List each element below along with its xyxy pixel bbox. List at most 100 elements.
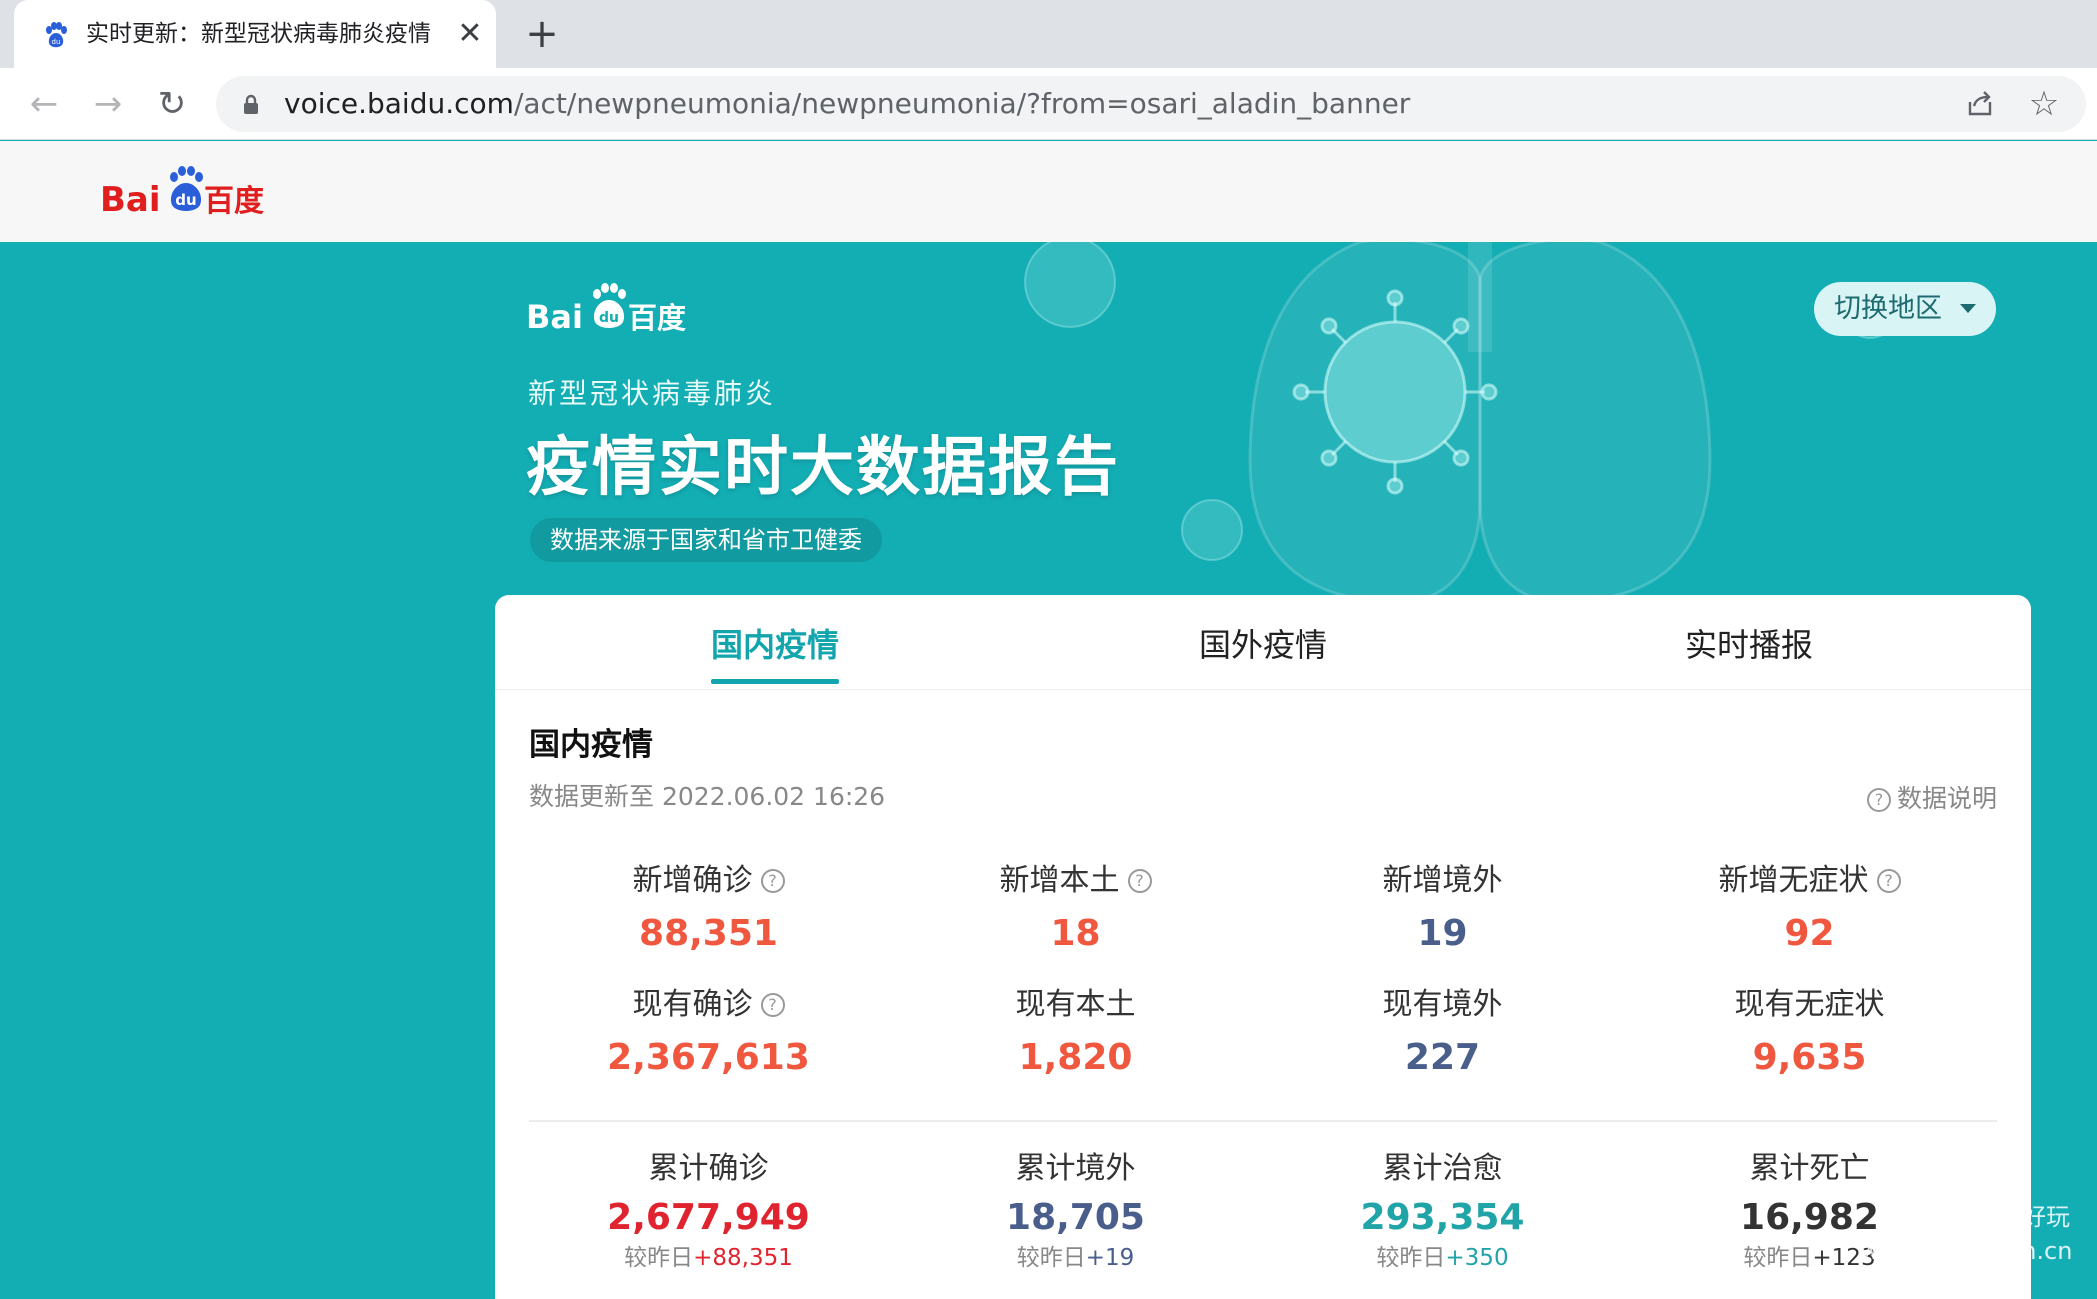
stat-label: 新增确诊? [525,861,892,901]
stat-label-text: 新增确诊 [632,863,753,898]
site-header: Bai du 百度 [0,141,2097,242]
browser-toolbar: ← → ↻ voice.baidu.com/act/newpneumonia/n… [0,68,2097,140]
delta-prefix: 较昨日 [1016,1245,1086,1271]
stat-delta: 较昨日+19 [892,1243,1259,1273]
stat-delta: 较昨日+350 [1259,1243,1626,1273]
svg-text:du: du [599,310,619,326]
url-text[interactable]: voice.baidu.com/act/newpneumonia/newpneu… [284,87,1410,121]
stat-new-asymptomatic: 新增无症状? 92 [1626,861,1993,957]
close-icon[interactable]: ✕ [450,14,490,54]
stat-value: 9,635 [1752,1037,1867,1078]
reload-icon[interactable]: ↻ [150,82,194,126]
stat-label: 现有无症状 [1734,987,1885,1022]
stat-label: 现有确诊? [525,985,892,1025]
lock-icon [244,94,258,114]
stat-label: 新增无症状? [1626,861,1993,901]
svg-text:Bai: Bai [526,298,583,336]
stat-label-text: 现有确诊 [632,987,753,1022]
stat-value: 88,351 [639,913,778,954]
stat-label: 新增本土? [892,861,1259,901]
browser-tab[interactable]: du 实时更新：新型冠状病毒肺炎疫情 ✕ [14,0,496,68]
stat-label-text: 新增本土 [999,863,1120,898]
data-note-link[interactable]: ? 数据说明 [1866,783,1997,815]
delta-value: +88,351 [693,1245,793,1271]
question-icon: ? [1866,788,1891,812]
stat-label-text: 新增无症状 [1718,863,1869,898]
hero-subtitle: 新型冠状病毒肺炎 [528,377,777,410]
stat-total-imported: 累计境外 18,705 较昨日+19 [892,1149,1259,1273]
question-icon[interactable]: ? [760,993,785,1017]
stat-label: 累计治愈 [1382,1151,1503,1186]
tab-domestic[interactable]: 国内疫情 [625,625,925,665]
stat-total-confirmed: 累计确诊 2,677,949 较昨日+88,351 [525,1149,892,1273]
stat-value: 227 [1404,1037,1481,1078]
tab-overseas[interactable]: 国外疫情 [1113,625,1413,665]
active-tab-indicator [711,679,839,684]
stat-value: 2,367,613 [607,1037,810,1078]
data-source-badge: 数据来源于国家和省市卫健委 [530,518,882,562]
stat-delta: 较昨日+88,351 [525,1243,892,1273]
data-note-label: 数据说明 [1896,784,1997,813]
stat-label: 累计境外 [1015,1151,1136,1186]
hero-title: 疫情实时大数据报告 [526,431,1120,505]
browser-tabstrip: du 实时更新：新型冠状病毒肺炎疫情 ✕ + [0,0,2097,68]
stat-value: 2,677,949 [607,1197,810,1238]
update-time: 数据更新至 2022.06.02 16:26 [529,782,886,811]
baidu-logo-white: Bai du 百度 [526,283,686,336]
region-switch-button[interactable]: 切换地区 [1814,282,1996,336]
tab-live-feed[interactable]: 实时播报 [1599,625,1899,665]
question-icon[interactable]: ? [1127,869,1152,893]
divider [529,1120,1997,1122]
bookmark-star-icon[interactable]: ☆ [2024,84,2064,124]
forward-arrow-icon[interactable]: → [86,82,130,126]
watermark: 数据好玩 www.dataisfun.cn [1860,1200,2073,1268]
url-path: /act/newpneumonia/newpneumonia/?from=osa… [513,87,1411,120]
delta-prefix: 较昨日 [1743,1245,1813,1271]
delta-value: +19 [1085,1245,1135,1271]
stat-label: 现有本土 [1015,987,1136,1022]
url-host: voice.baidu.com [284,87,514,120]
stat-value: 19 [1417,913,1468,954]
share-icon[interactable] [1962,86,1998,122]
baidu-logo[interactable]: Bai du 百度 [98,163,268,223]
stat-value: 92 [1784,913,1835,954]
svg-text:du: du [52,38,61,46]
stat-label: 累计死亡 [1749,1151,1870,1186]
stat-new-confirmed: 新增确诊? 88,351 [525,861,892,957]
caret-down-icon [1960,304,1976,313]
stat-current-asymptomatic: 现有无症状 9,635 [1626,985,1993,1081]
address-bar[interactable]: voice.baidu.com/act/newpneumonia/newpneu… [216,76,2086,132]
stat-current-imported: 现有境外 227 [1259,985,1626,1081]
section-title: 国内疫情 [529,727,653,763]
back-arrow-icon[interactable]: ← [22,82,66,126]
delta-value: +350 [1445,1245,1509,1271]
svg-text:百度: 百度 [628,301,686,335]
stat-label: 新增境外 [1382,863,1503,898]
stat-label: 现有境外 [1382,987,1503,1022]
delta-prefix: 较昨日 [1376,1245,1446,1271]
svg-text:Bai: Bai [100,180,161,220]
stats-card: 国内疫情 国外疫情 实时播报 国内疫情 数据更新至 2022.06.02 16:… [495,595,2031,1299]
stat-value: 293,354 [1360,1197,1525,1238]
stat-new-local: 新增本土? 18 [892,861,1259,957]
stat-value: 18,705 [1006,1197,1145,1238]
svg-text:百度: 百度 [204,184,264,219]
watermark-line2: www.dataisfun.cn [1860,1237,2073,1265]
stat-current-confirmed: 现有确诊? 2,367,613 [525,985,892,1081]
stat-label: 累计确诊 [648,1151,769,1186]
svg-text:du: du [175,191,196,209]
baidu-paw-icon: du [46,22,67,48]
stat-value: 1,820 [1018,1037,1133,1078]
delta-prefix: 较昨日 [624,1245,694,1271]
watermark-line1: 数据好玩 [1974,1203,2070,1231]
stat-value: 18 [1050,913,1101,954]
stat-total-recovered: 累计治愈 293,354 较昨日+350 [1259,1149,1626,1273]
card-tabs: 国内疫情 国外疫情 实时播报 [495,595,2031,690]
new-tab-button[interactable]: + [520,12,564,56]
stat-new-imported: 新增境外 19 [1259,861,1626,957]
question-icon[interactable]: ? [1876,869,1901,893]
stat-current-local: 现有本土 1,820 [892,985,1259,1081]
tab-title: 实时更新：新型冠状病毒肺炎疫情 [86,21,431,47]
question-icon[interactable]: ? [760,869,785,893]
virus-lung-illustration [1024,242,1897,602]
